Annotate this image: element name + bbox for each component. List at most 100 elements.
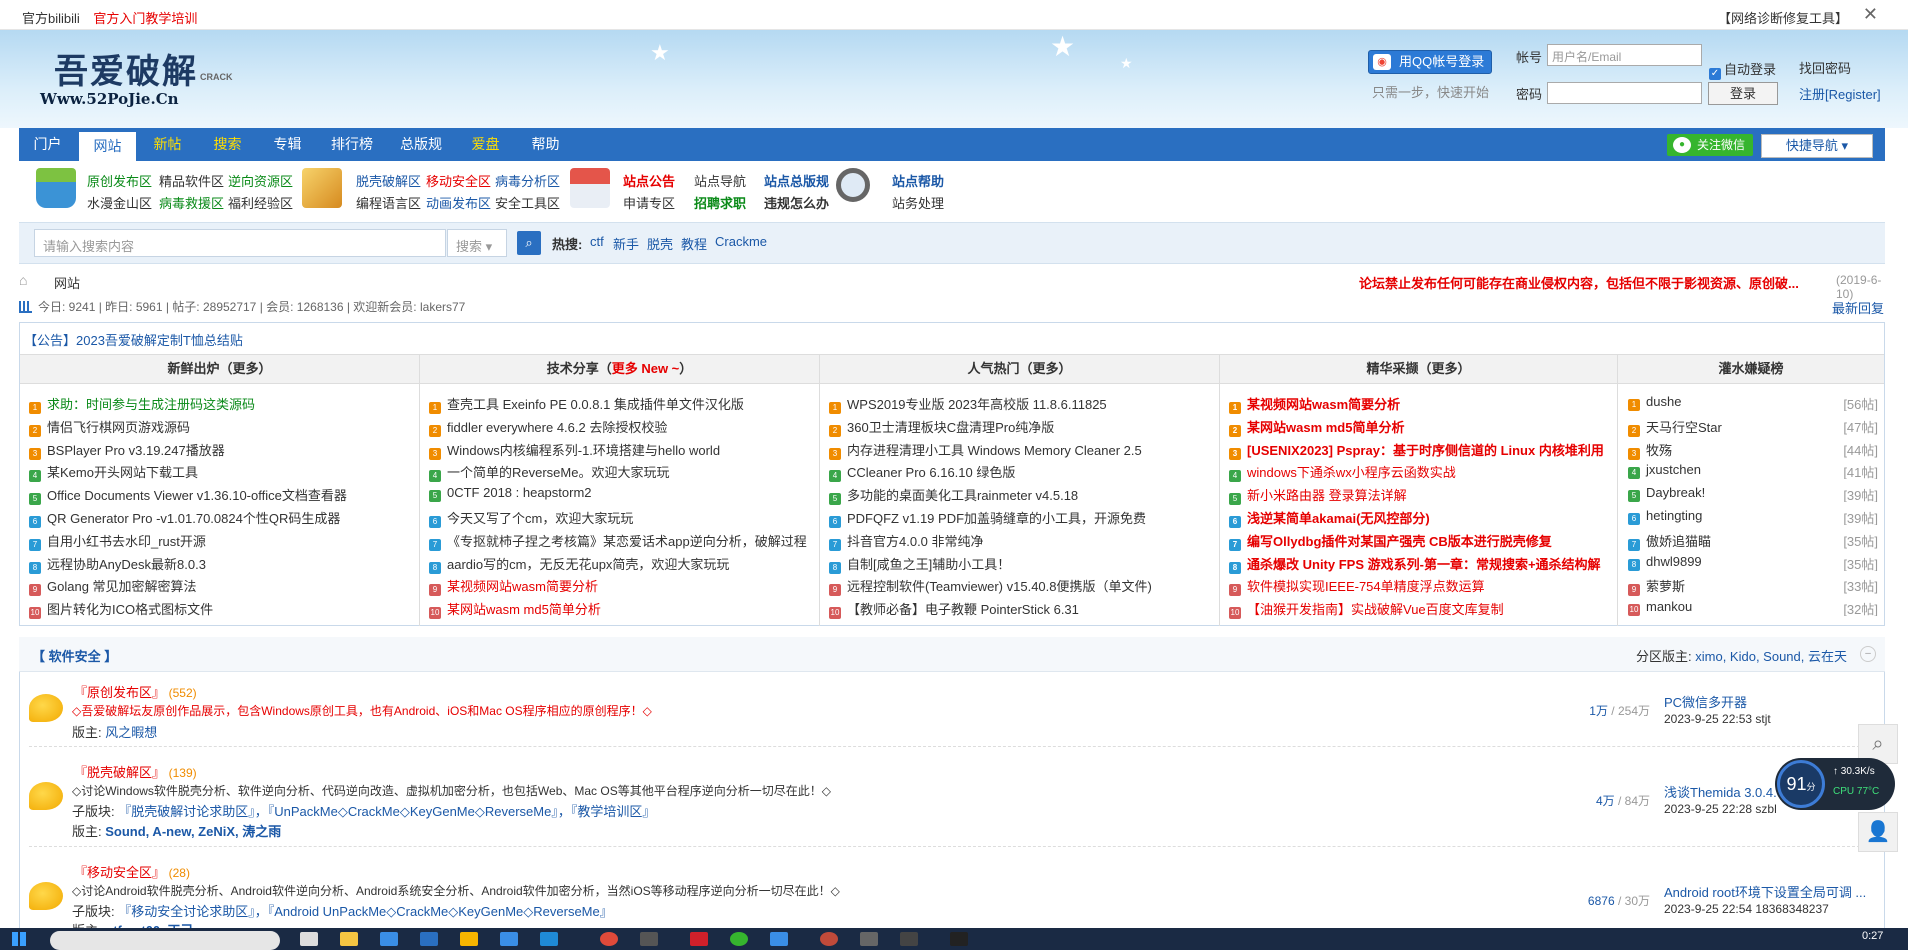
link-programming[interactable]: 编程语言区 <box>356 193 421 212</box>
nav-search[interactable]: 搜索 <box>199 128 256 161</box>
list-item[interactable]: 5 多功能的桌面美化工具rainmeter v4.5.18 <box>829 485 1209 505</box>
login-button[interactable]: 登录 <box>1708 82 1778 105</box>
link-site-affairs[interactable]: 站务处理 <box>892 193 944 212</box>
list-item[interactable]: 3 牧殇 [44帖] <box>1628 440 1878 460</box>
nav-portal[interactable]: 门户 <box>19 128 76 161</box>
user-float-button[interactable]: 👤 <box>1858 812 1898 852</box>
app-icon[interactable] <box>820 932 838 946</box>
list-item[interactable]: 1 某视频网站wasm简要分析 <box>1229 394 1609 414</box>
hot-term[interactable]: Crackme <box>715 234 767 249</box>
site-logo[interactable]: 吾爱破解 CRACK Www.52PoJie.Cn <box>40 44 280 116</box>
list-item[interactable]: 3 [USENIX2023] Pspray：基于时序侧信道的 Linux 内核堆利… <box>1229 440 1609 460</box>
list-item[interactable]: 2 360卫士清理板块C盘清理Pro纯净版 <box>829 417 1209 437</box>
app-icon[interactable] <box>540 932 558 946</box>
col-hot-header[interactable]: 人气热门（更多） <box>820 354 1219 384</box>
list-item[interactable]: 9 萦萝斯 [33帖] <box>1628 576 1878 596</box>
link-original[interactable]: 原创发布区 <box>87 171 152 190</box>
bilibili-link[interactable]: 官方bilibili <box>22 11 80 26</box>
app-icon[interactable] <box>640 932 658 946</box>
list-item[interactable]: 2 情侣飞行棋网页游戏源码 <box>29 417 409 437</box>
nav-aipan[interactable]: 爱盘 <box>457 128 514 161</box>
hot-term[interactable]: 新手 <box>613 234 639 253</box>
list-item[interactable]: 5 0CTF 2018 : heapstorm2 <box>429 485 809 502</box>
task-view-icon[interactable] <box>300 932 318 946</box>
announcement-link[interactable]: 【公告】2023吾爱破解定制T恤总结贴 <box>24 330 243 349</box>
hot-term[interactable]: ctf <box>590 234 604 249</box>
list-item[interactable]: 1 查壳工具 Exeinfo PE 0.0.8.1 集成插件单文件汉化版 <box>429 394 809 414</box>
file-explorer-icon[interactable] <box>340 932 358 946</box>
mods-names[interactable]: ximo, Kido, Sound, 云在天 <box>1695 649 1847 664</box>
wechat-taskbar-icon[interactable] <box>730 932 748 946</box>
find-password-link[interactable]: 找回密码 <box>1799 58 1851 77</box>
list-item[interactable]: 6 QR Generator Pro -v1.01.70.0824个性QR码生成器 <box>29 508 409 528</box>
system-monitor-widget[interactable]: 91分 ↑ 30.3K/s CPU 77°C <box>1775 758 1895 810</box>
list-item[interactable]: 6 浅逆某简单akamai(无风控部分) <box>1229 508 1609 528</box>
section-title[interactable]: 【 软件安全 】 <box>32 646 117 665</box>
col-fresh-header[interactable]: 新鲜出炉（更多） <box>20 354 419 384</box>
hot-term[interactable]: 教程 <box>681 234 707 253</box>
forum-title[interactable]: 『移动安全区』 (28) <box>74 862 190 881</box>
app-icon[interactable] <box>460 932 478 946</box>
list-item[interactable]: 7 抖音官方4.0.0 非常纯净 <box>829 531 1209 551</box>
last-post-title[interactable]: 浅谈Themida 3.0.4.0 <box>1664 782 1784 801</box>
list-item[interactable]: 9 远程控制软件(Teamviewer) v15.40.8便携版（单文件) <box>829 576 1209 596</box>
list-item[interactable]: 2 fiddler everywhere 4.6.2 去除授权校验 <box>429 417 809 437</box>
app-icon[interactable] <box>900 932 918 946</box>
nav-albums[interactable]: 专辑 <box>259 128 316 161</box>
link-site-help[interactable]: 站点帮助 <box>892 171 944 190</box>
app-icon[interactable] <box>380 932 398 946</box>
list-item[interactable]: 7 自用小红书去水印_rust开源 <box>29 531 409 551</box>
list-item[interactable]: 10 某网站wasm md5简单分析 <box>429 599 809 619</box>
list-item[interactable]: 6 hetingting [39帖] <box>1628 508 1878 525</box>
link-animation[interactable]: 动画发布区 <box>426 193 491 212</box>
list-item[interactable]: 3 BSPlayer Pro v3.19.247播放器 <box>29 440 409 460</box>
forum-title[interactable]: 『脱壳破解区』 (139) <box>74 762 197 781</box>
list-item[interactable]: 2 天马行空Star [47帖] <box>1628 417 1878 437</box>
mod-names[interactable]: 风之暇想 <box>105 725 157 740</box>
list-item[interactable]: 3 内存进程清理小工具 Windows Memory Cleaner 2.5 <box>829 440 1209 460</box>
link-unpack[interactable]: 脱壳破解区 <box>356 171 421 190</box>
list-item[interactable]: 5 Daybreak! [39帖] <box>1628 485 1878 502</box>
nav-website[interactable]: 网站 <box>79 130 136 161</box>
close-icon[interactable]: ✕ <box>1863 4 1878 25</box>
list-item[interactable]: 10 【教师必备】电子教鞭 PointerStick 6.31 <box>829 599 1209 619</box>
link-reverse-resources[interactable]: 逆向资源区 <box>228 171 293 190</box>
mod-names[interactable]: Sound, A-new, ZeNiX, 涛之雨 <box>105 824 281 839</box>
taskbar-search-box[interactable] <box>50 931 280 950</box>
list-item[interactable]: 6 PDFQFZ v1.19 PDF加盖骑缝章的小工具，开源免费 <box>829 508 1209 528</box>
app-icon[interactable] <box>770 932 788 946</box>
browser-icon[interactable] <box>600 932 618 946</box>
windows-start-icon[interactable] <box>12 932 26 946</box>
app-icon[interactable] <box>950 932 968 946</box>
list-item[interactable]: 8 自制[咸鱼之王]辅助小工具！ <box>829 554 1209 574</box>
list-item[interactable]: 8 aardio写的cm，无反无花upx简壳，欢迎大家玩玩 <box>429 554 809 574</box>
account-input[interactable]: 用户名/Email <box>1547 44 1702 66</box>
list-item[interactable]: 4 jxustchen [41帖] <box>1628 462 1878 479</box>
qq-login-button[interactable]: ◉ 用QQ帐号登录 <box>1368 50 1492 74</box>
list-item[interactable]: 4 windows下通杀wx小程序云函数实战 <box>1229 462 1609 482</box>
breadcrumb-current[interactable]: 网站 <box>54 273 80 292</box>
list-item[interactable]: 5 Office Documents Viewer v1.36.10-office… <box>29 485 409 505</box>
app-icon[interactable] <box>860 932 878 946</box>
list-item[interactable]: 4 一个简单的ReverseMe。欢迎大家玩玩 <box>429 462 809 482</box>
link-mobile-security[interactable]: 移动安全区 <box>426 171 491 190</box>
list-item[interactable]: 9 某视频网站wasm简要分析 <box>429 576 809 596</box>
wechat-follow-button[interactable]: ● 关注微信 <box>1667 134 1753 156</box>
list-item[interactable]: 1 WPS2019专业版 2023年高校版 11.8.6.11825 <box>829 394 1209 414</box>
list-item[interactable]: 8 通杀爆改 Unity FPS 游戏系列-第一章：常规搜索+通杀结构解 <box>1229 554 1609 574</box>
link-site-nav[interactable]: 站点导航 <box>694 171 746 190</box>
app-icon[interactable] <box>690 932 708 946</box>
forum-title[interactable]: 『原创发布区』 (552) <box>74 682 197 701</box>
list-item[interactable]: 8 dhwl9899 [35帖] <box>1628 554 1878 571</box>
register-link[interactable]: 注册[Register] <box>1799 84 1881 103</box>
auto-login-checkbox[interactable]: ✓ 自动登录 <box>1709 59 1776 80</box>
subforum-links[interactable]: 『脱壳破解讨论求助区』，『UnPackMe◇CrackMe◇KeyGenMe◇R… <box>118 804 655 819</box>
link-announcement[interactable]: 站点公告 <box>623 171 675 190</box>
nav-help[interactable]: 帮助 <box>517 128 574 161</box>
list-item[interactable]: 7 傲娇追猫瞄 [35帖] <box>1628 531 1878 551</box>
list-item[interactable]: 1 dushe [56帖] <box>1628 394 1878 411</box>
list-item[interactable]: 4 某Kemo开头网站下载工具 <box>29 462 409 482</box>
link-apply[interactable]: 申请专区 <box>623 193 675 212</box>
link-security-tools[interactable]: 安全工具区 <box>495 193 560 212</box>
link-jobs[interactable]: 招聘求职 <box>694 193 746 212</box>
